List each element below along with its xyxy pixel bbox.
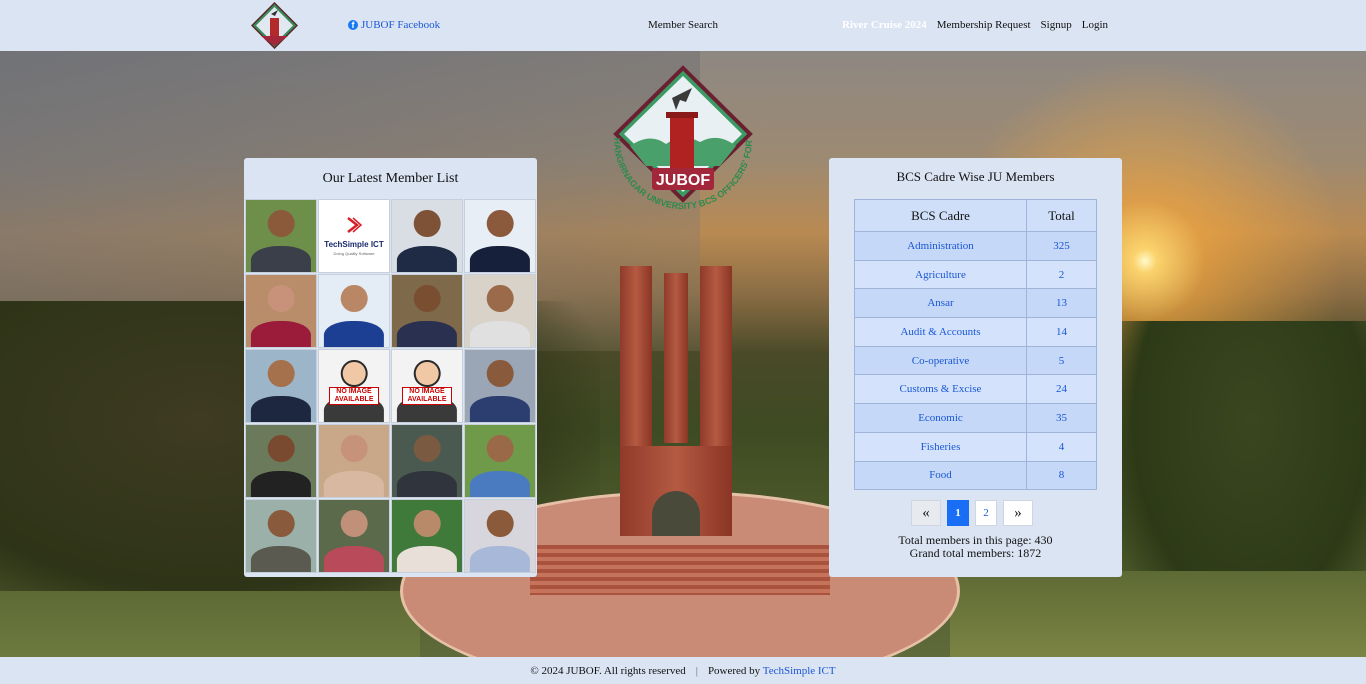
cadre-name-link[interactable]: Ansar bbox=[854, 288, 1027, 319]
cadre-name-link[interactable]: Co-operative bbox=[854, 345, 1027, 376]
footer-copyright: © 2024 JUBOF. All rights reserved bbox=[530, 664, 686, 677]
member-photo[interactable] bbox=[391, 499, 463, 573]
table-row: Agriculture 2 bbox=[854, 259, 1097, 290]
cadre-total-link[interactable]: 4 bbox=[1026, 431, 1097, 462]
nav-signup[interactable]: Signup bbox=[1041, 19, 1072, 31]
brand-tagline: Doing Quality Software bbox=[333, 251, 375, 256]
table-row: Customs & Excise 24 bbox=[854, 374, 1097, 405]
member-photo[interactable] bbox=[318, 274, 390, 348]
footer-company-link[interactable]: TechSimple ICT bbox=[763, 665, 836, 677]
no-image-label: NO IMAGE AVAILABLE bbox=[401, 387, 453, 406]
cadre-name-link[interactable]: Fisheries bbox=[854, 431, 1027, 462]
member-photo[interactable] bbox=[245, 349, 317, 423]
pagination-page-2[interactable]: 2 bbox=[975, 500, 997, 526]
cadre-name-link[interactable]: Economic bbox=[854, 403, 1027, 433]
table-row: Ansar 13 bbox=[854, 288, 1097, 319]
member-photo[interactable] bbox=[318, 424, 390, 498]
grand-total-text: Grand total members: 1872 bbox=[909, 546, 1042, 560]
member-photo[interactable] bbox=[464, 424, 536, 498]
placeholder-avatar-icon bbox=[340, 360, 368, 388]
facebook-link-label: JUBOF Facebook bbox=[361, 19, 441, 31]
facebook-link[interactable]: f JUBOF Facebook bbox=[348, 19, 440, 31]
member-photo-grid: TechSimple ICT Doing Quality Software NO I… bbox=[244, 199, 537, 573]
table-row: Fisheries 4 bbox=[854, 431, 1097, 462]
member-totals: Total members in this page: 430 Grand to… bbox=[829, 534, 1122, 560]
member-photo[interactable] bbox=[464, 349, 536, 423]
pagination-prev-button[interactable]: « bbox=[911, 500, 941, 526]
cadre-name-link[interactable]: Agriculture bbox=[854, 259, 1027, 290]
cadre-total-link[interactable]: 5 bbox=[1026, 345, 1097, 376]
member-photo[interactable] bbox=[245, 274, 317, 348]
table-row: Economic 35 bbox=[854, 403, 1097, 433]
footer-separator: | bbox=[695, 664, 698, 677]
table-row: Audit & Accounts 14 bbox=[854, 317, 1097, 347]
latest-members-panel: Our Latest Member List TechSimple ICT Doi… bbox=[244, 158, 537, 577]
facebook-icon: f bbox=[348, 20, 358, 30]
cadre-name-link[interactable]: Food bbox=[854, 460, 1027, 491]
cadre-total-link[interactable]: 35 bbox=[1026, 403, 1097, 433]
table-row: Administration 325 bbox=[854, 231, 1097, 261]
member-photo[interactable] bbox=[464, 499, 536, 573]
no-image-label: NO IMAGE AVAILABLE bbox=[328, 387, 380, 406]
cadre-panel-title: BCS Cadre Wise JU Members bbox=[896, 169, 1055, 184]
brand-name: TechSimple ICT bbox=[324, 240, 384, 249]
member-photo[interactable]: TechSimple ICT Doing Quality Software bbox=[318, 199, 390, 273]
table-header-row: BCS Cadre Total bbox=[854, 199, 1097, 232]
logo-jubof-text: JUBOF bbox=[656, 172, 710, 189]
member-photo[interactable] bbox=[245, 499, 317, 573]
pagination-next-button[interactable]: » bbox=[1003, 500, 1033, 526]
nav-login[interactable]: Login bbox=[1082, 19, 1108, 31]
cadre-name-link[interactable]: Administration bbox=[854, 231, 1027, 261]
pagination: « 1 2 » bbox=[911, 500, 1033, 526]
top-navbar: f JUBOF Facebook Member Search River Cru… bbox=[0, 0, 1366, 51]
cadre-total-link[interactable]: 14 bbox=[1026, 317, 1097, 347]
cadre-total-link[interactable]: 8 bbox=[1026, 460, 1097, 491]
nav-right-group: River Cruise 2024 Membership Request Sig… bbox=[842, 19, 1108, 31]
table-row: Co-operative 5 bbox=[854, 345, 1097, 376]
nav-river-cruise[interactable]: River Cruise 2024 bbox=[842, 19, 927, 31]
jubof-logo-small[interactable] bbox=[251, 2, 298, 49]
member-photo[interactable] bbox=[391, 274, 463, 348]
pagination-page-1[interactable]: 1 bbox=[947, 500, 969, 526]
cadre-name-link[interactable]: Customs & Excise bbox=[854, 374, 1027, 405]
member-photo[interactable] bbox=[391, 424, 463, 498]
footer: © 2024 JUBOF. All rights reserved | Powe… bbox=[0, 657, 1366, 684]
placeholder-avatar-icon bbox=[413, 360, 441, 388]
techsimple-logo-icon bbox=[347, 217, 363, 233]
member-photo[interactable]: NO IMAGE AVAILABLE bbox=[318, 349, 390, 423]
nav-member-search[interactable]: Member Search bbox=[648, 19, 718, 31]
member-photo[interactable] bbox=[464, 274, 536, 348]
cadre-members-panel: BCS Cadre Wise JU Members BCS Cadre Tota… bbox=[829, 158, 1122, 577]
column-header-total: Total bbox=[1026, 199, 1097, 232]
nav-membership-request[interactable]: Membership Request bbox=[937, 19, 1031, 31]
cadre-table: BCS Cadre Total Administration 325 Agricul… bbox=[854, 199, 1097, 491]
member-photo[interactable] bbox=[245, 424, 317, 498]
jubof-logo-large: JUBOF JAHANGIRNAGAR UNIVERSITY BCS OFFIC… bbox=[600, 62, 754, 211]
member-photo[interactable] bbox=[318, 499, 390, 573]
footer-powered-by: Powered by bbox=[707, 664, 761, 677]
column-header-cadre: BCS Cadre bbox=[854, 199, 1027, 232]
table-row: Food 8 bbox=[854, 460, 1097, 491]
cadre-total-link[interactable]: 24 bbox=[1026, 374, 1097, 405]
latest-members-title: Our Latest Member List bbox=[322, 171, 459, 186]
cadre-total-link[interactable]: 325 bbox=[1026, 231, 1097, 261]
cadre-total-link[interactable]: 2 bbox=[1026, 259, 1097, 290]
member-photo[interactable] bbox=[245, 199, 317, 273]
cadre-name-link[interactable]: Audit & Accounts bbox=[854, 317, 1027, 347]
member-photo[interactable] bbox=[391, 199, 463, 273]
cadre-total-link[interactable]: 13 bbox=[1026, 288, 1097, 319]
member-photo[interactable] bbox=[464, 199, 536, 273]
member-photo[interactable]: NO IMAGE AVAILABLE bbox=[391, 349, 463, 423]
